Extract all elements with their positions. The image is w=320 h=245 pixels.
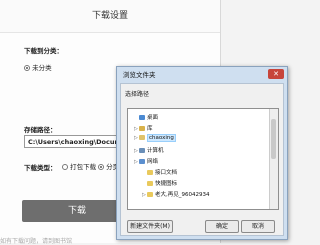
radio-icon[interactable] [62,164,68,170]
cancel-button[interactable]: 取消 [241,220,275,233]
browse-dialog-body: 选择路径 桌面 ▷ 库 ▷ chaoxing ▷ 计算机 ▷ 网络接口文档快捷图标 ▷ 老大,再见_… [120,83,284,236]
tree-item[interactable]: 快捷图标 [142,179,177,187]
library-icon [139,126,145,131]
category-label: 下载到分类： [24,47,63,55]
radio-icon[interactable] [24,65,30,71]
new-folder-button[interactable]: 新建文件夹(M) [127,220,173,233]
browse-prompt: 选择路径 [125,91,150,98]
tree-item-label: 计算机 [147,148,164,154]
tree-item[interactable]: ▷ chaoxing [134,134,176,142]
tree-item[interactable]: 接口文档 [142,168,177,176]
download-type-label: 下载类型： [24,164,57,172]
tree-item[interactable]: ▷ 计算机 [134,146,164,154]
desktop-icon [139,115,145,120]
footer-text: 如有下载问题，请到图书馆 [0,238,73,245]
category-option-uncategorized[interactable]: 未分类 [24,62,52,72]
dialog-title: 下载设置 [0,0,220,33]
folder-icon [147,181,153,186]
computer-icon [139,148,145,153]
tree-item-label: chaoxing [147,134,176,142]
tree-item-label: 老大,再见_96042934 [155,192,210,198]
ok-button[interactable]: 确定 [205,220,239,233]
tree-item-label: 库 [147,126,153,132]
folder-tree[interactable]: 桌面 ▷ 库 ▷ chaoxing ▷ 计算机 ▷ 网络接口文档快捷图标 ▷ 老大,再见_96042… [127,108,279,210]
type-option-pack-label: 打包下载 [70,163,97,171]
tree-item-label: 快捷图标 [155,181,178,187]
folder-icon [147,192,153,197]
folder-icon [147,170,153,175]
browse-dialog-title: 浏览文件夹 [123,71,156,79]
user-folder-icon [139,135,145,140]
browse-folder-dialog: 浏览文件夹 ✕ 选择路径 桌面 ▷ 库 ▷ chaoxing ▷ 计算机 ▷ 网络接口文档快捷图… [116,66,288,240]
type-option-pack[interactable]: 打包下载 [62,161,96,171]
scrollbar-thumb[interactable] [271,119,276,159]
tree-item-label: 网络 [147,159,159,165]
tree-item[interactable]: ▷ 库 [134,124,153,132]
tree-item[interactable]: ▷ 老大,再见_96042934 [142,190,210,198]
network-icon [139,159,145,164]
tree-scrollbar[interactable] [269,109,278,209]
tree-item[interactable]: ▷ 网络 [134,157,158,165]
tree-item[interactable]: 桌面 [134,113,158,121]
tree-item-label: 接口文档 [155,170,178,176]
path-label: 存储路径： [24,126,57,134]
radio-icon[interactable] [98,164,104,170]
tree-item-label: 桌面 [147,115,159,121]
close-icon[interactable]: ✕ [268,69,284,79]
category-option-label: 未分类 [32,64,52,72]
